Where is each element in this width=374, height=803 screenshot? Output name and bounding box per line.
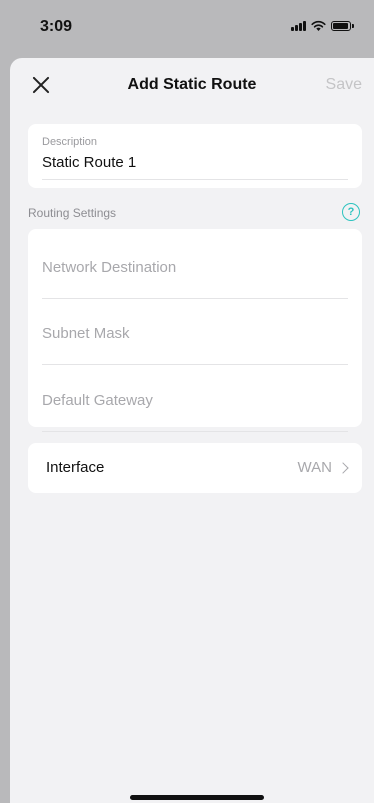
home-indicator[interactable] [130, 795, 264, 800]
wifi-icon [311, 20, 326, 31]
subnet-mask-field[interactable] [42, 325, 348, 365]
status-time: 3:09 [40, 18, 73, 35]
default-gateway-field[interactable] [42, 392, 348, 432]
description-label: Description [42, 136, 98, 148]
field-underline [42, 364, 348, 365]
nav-bar: Add Static Route Save [10, 58, 374, 114]
subnet-mask-input[interactable] [42, 325, 348, 342]
routing-settings-card [28, 229, 362, 432]
description-underline [42, 179, 348, 180]
page-title: Add Static Route [127, 76, 257, 93]
chevron-right-icon [337, 462, 349, 474]
signal-icon [291, 20, 306, 31]
description-field[interactable]: Static Route 1 [42, 154, 136, 171]
battery-cap [352, 23, 354, 28]
add-static-route-sheet: Add Static Route Save Description Static… [10, 58, 374, 803]
status-icons [291, 20, 354, 31]
interface-label: Interface [46, 459, 105, 476]
description-card[interactable]: Description Static Route 1 [28, 124, 362, 188]
save-button[interactable]: Save [326, 76, 362, 94]
field-underline [42, 431, 348, 432]
help-icon[interactable]: ? [342, 203, 360, 221]
routing-settings-title: Routing Settings [28, 206, 117, 220]
network-destination-field[interactable] [42, 259, 348, 299]
battery-icon [331, 20, 351, 31]
interface-row[interactable]: Interface WAN [28, 443, 362, 493]
status-bar: 3:09 [0, 0, 374, 52]
network-destination-input[interactable] [42, 259, 348, 276]
interface-value: WAN [297, 459, 332, 476]
default-gateway-input[interactable] [42, 392, 348, 409]
field-underline [42, 298, 348, 299]
